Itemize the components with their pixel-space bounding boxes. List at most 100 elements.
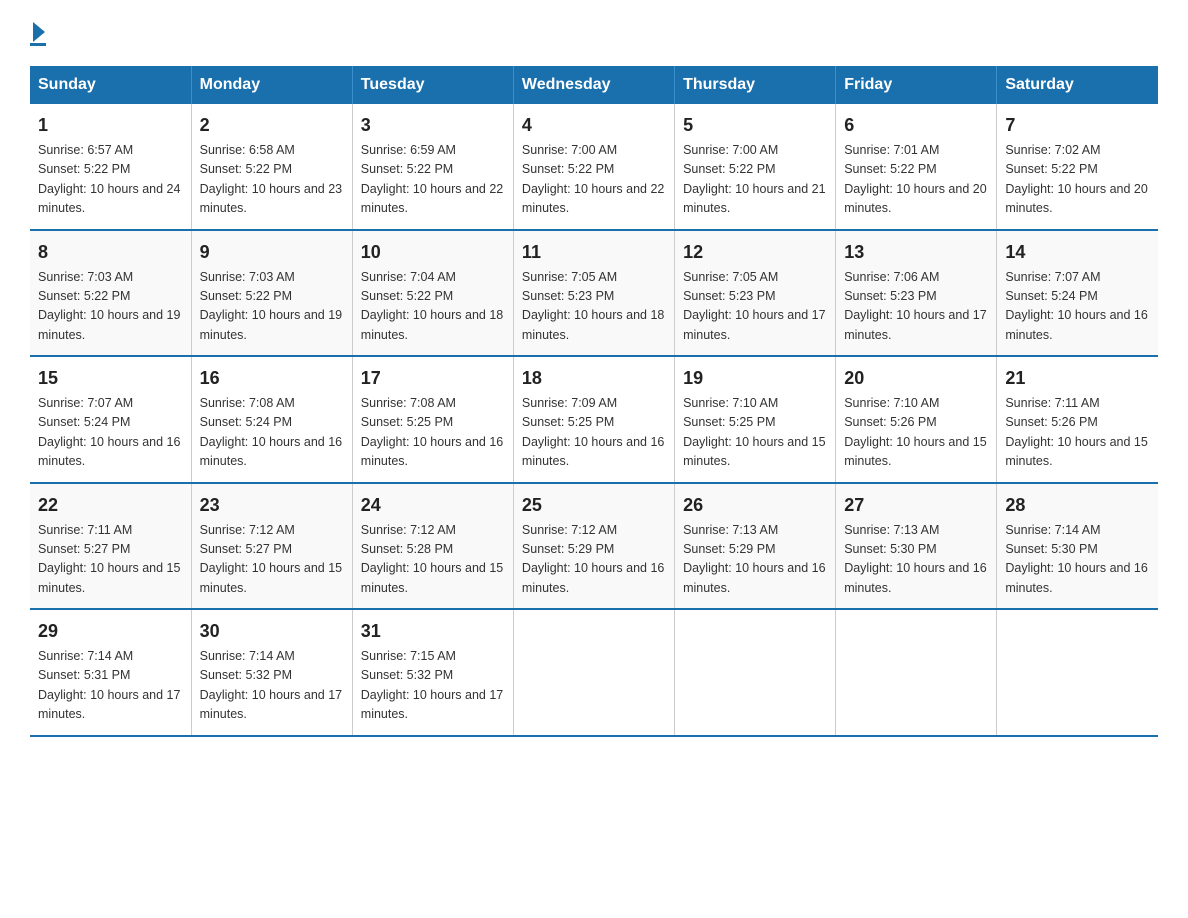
calendar-cell xyxy=(836,609,997,736)
day-number: 29 xyxy=(38,618,183,645)
day-number: 3 xyxy=(361,112,505,139)
day-info: Sunrise: 7:07 AMSunset: 5:24 PMDaylight:… xyxy=(1005,268,1150,346)
calendar-cell: 17Sunrise: 7:08 AMSunset: 5:25 PMDayligh… xyxy=(352,356,513,483)
day-info: Sunrise: 7:06 AMSunset: 5:23 PMDaylight:… xyxy=(844,268,988,346)
calendar-cell: 31Sunrise: 7:15 AMSunset: 5:32 PMDayligh… xyxy=(352,609,513,736)
header-thursday: Thursday xyxy=(675,66,836,104)
day-number: 8 xyxy=(38,239,183,266)
calendar-cell: 29Sunrise: 7:14 AMSunset: 5:31 PMDayligh… xyxy=(30,609,191,736)
day-info: Sunrise: 6:57 AMSunset: 5:22 PMDaylight:… xyxy=(38,141,183,219)
day-info: Sunrise: 7:03 AMSunset: 5:22 PMDaylight:… xyxy=(200,268,344,346)
calendar-cell: 18Sunrise: 7:09 AMSunset: 5:25 PMDayligh… xyxy=(513,356,674,483)
day-number: 24 xyxy=(361,492,505,519)
day-number: 2 xyxy=(200,112,344,139)
calendar-cell: 25Sunrise: 7:12 AMSunset: 5:29 PMDayligh… xyxy=(513,483,674,610)
day-info: Sunrise: 7:00 AMSunset: 5:22 PMDaylight:… xyxy=(522,141,666,219)
day-info: Sunrise: 7:13 AMSunset: 5:30 PMDaylight:… xyxy=(844,521,988,599)
day-info: Sunrise: 7:08 AMSunset: 5:24 PMDaylight:… xyxy=(200,394,344,472)
header-tuesday: Tuesday xyxy=(352,66,513,104)
day-number: 11 xyxy=(522,239,666,266)
day-number: 17 xyxy=(361,365,505,392)
day-number: 26 xyxy=(683,492,827,519)
week-row-5: 29Sunrise: 7:14 AMSunset: 5:31 PMDayligh… xyxy=(30,609,1158,736)
day-info: Sunrise: 7:14 AMSunset: 5:31 PMDaylight:… xyxy=(38,647,183,725)
calendar-cell: 7Sunrise: 7:02 AMSunset: 5:22 PMDaylight… xyxy=(997,104,1158,230)
calendar-cell: 28Sunrise: 7:14 AMSunset: 5:30 PMDayligh… xyxy=(997,483,1158,610)
calendar-cell: 8Sunrise: 7:03 AMSunset: 5:22 PMDaylight… xyxy=(30,230,191,357)
day-number: 28 xyxy=(1005,492,1150,519)
calendar-cell: 24Sunrise: 7:12 AMSunset: 5:28 PMDayligh… xyxy=(352,483,513,610)
day-number: 21 xyxy=(1005,365,1150,392)
day-number: 5 xyxy=(683,112,827,139)
calendar-cell: 30Sunrise: 7:14 AMSunset: 5:32 PMDayligh… xyxy=(191,609,352,736)
calendar-cell: 13Sunrise: 7:06 AMSunset: 5:23 PMDayligh… xyxy=(836,230,997,357)
day-info: Sunrise: 7:10 AMSunset: 5:25 PMDaylight:… xyxy=(683,394,827,472)
header-wednesday: Wednesday xyxy=(513,66,674,104)
calendar-cell: 16Sunrise: 7:08 AMSunset: 5:24 PMDayligh… xyxy=(191,356,352,483)
calendar-cell: 22Sunrise: 7:11 AMSunset: 5:27 PMDayligh… xyxy=(30,483,191,610)
day-number: 10 xyxy=(361,239,505,266)
day-number: 31 xyxy=(361,618,505,645)
calendar-cell: 26Sunrise: 7:13 AMSunset: 5:29 PMDayligh… xyxy=(675,483,836,610)
week-row-3: 15Sunrise: 7:07 AMSunset: 5:24 PMDayligh… xyxy=(30,356,1158,483)
day-info: Sunrise: 7:01 AMSunset: 5:22 PMDaylight:… xyxy=(844,141,988,219)
calendar-cell: 9Sunrise: 7:03 AMSunset: 5:22 PMDaylight… xyxy=(191,230,352,357)
day-number: 30 xyxy=(200,618,344,645)
calendar-cell: 19Sunrise: 7:10 AMSunset: 5:25 PMDayligh… xyxy=(675,356,836,483)
day-number: 18 xyxy=(522,365,666,392)
day-info: Sunrise: 7:12 AMSunset: 5:29 PMDaylight:… xyxy=(522,521,666,599)
calendar-header-row: SundayMondayTuesdayWednesdayThursdayFrid… xyxy=(30,66,1158,104)
header-monday: Monday xyxy=(191,66,352,104)
day-info: Sunrise: 7:13 AMSunset: 5:29 PMDaylight:… xyxy=(683,521,827,599)
day-number: 9 xyxy=(200,239,344,266)
day-number: 16 xyxy=(200,365,344,392)
day-number: 19 xyxy=(683,365,827,392)
day-number: 4 xyxy=(522,112,666,139)
calendar-cell: 4Sunrise: 7:00 AMSunset: 5:22 PMDaylight… xyxy=(513,104,674,230)
day-info: Sunrise: 7:09 AMSunset: 5:25 PMDaylight:… xyxy=(522,394,666,472)
day-number: 15 xyxy=(38,365,183,392)
calendar-cell: 23Sunrise: 7:12 AMSunset: 5:27 PMDayligh… xyxy=(191,483,352,610)
day-number: 12 xyxy=(683,239,827,266)
day-info: Sunrise: 7:11 AMSunset: 5:26 PMDaylight:… xyxy=(1005,394,1150,472)
calendar-cell xyxy=(675,609,836,736)
day-number: 7 xyxy=(1005,112,1150,139)
day-info: Sunrise: 7:12 AMSunset: 5:28 PMDaylight:… xyxy=(361,521,505,599)
day-info: Sunrise: 7:05 AMSunset: 5:23 PMDaylight:… xyxy=(522,268,666,346)
calendar-cell: 20Sunrise: 7:10 AMSunset: 5:26 PMDayligh… xyxy=(836,356,997,483)
logo-blue-text xyxy=(30,43,46,46)
day-info: Sunrise: 7:00 AMSunset: 5:22 PMDaylight:… xyxy=(683,141,827,219)
week-row-1: 1Sunrise: 6:57 AMSunset: 5:22 PMDaylight… xyxy=(30,104,1158,230)
day-info: Sunrise: 7:15 AMSunset: 5:32 PMDaylight:… xyxy=(361,647,505,725)
day-number: 6 xyxy=(844,112,988,139)
page-header xyxy=(30,20,1158,46)
day-number: 14 xyxy=(1005,239,1150,266)
day-info: Sunrise: 7:11 AMSunset: 5:27 PMDaylight:… xyxy=(38,521,183,599)
day-info: Sunrise: 7:03 AMSunset: 5:22 PMDaylight:… xyxy=(38,268,183,346)
day-number: 25 xyxy=(522,492,666,519)
day-number: 20 xyxy=(844,365,988,392)
day-info: Sunrise: 7:12 AMSunset: 5:27 PMDaylight:… xyxy=(200,521,344,599)
calendar-cell xyxy=(513,609,674,736)
day-info: Sunrise: 7:10 AMSunset: 5:26 PMDaylight:… xyxy=(844,394,988,472)
calendar-cell: 27Sunrise: 7:13 AMSunset: 5:30 PMDayligh… xyxy=(836,483,997,610)
calendar-cell: 15Sunrise: 7:07 AMSunset: 5:24 PMDayligh… xyxy=(30,356,191,483)
calendar-cell: 5Sunrise: 7:00 AMSunset: 5:22 PMDaylight… xyxy=(675,104,836,230)
day-number: 22 xyxy=(38,492,183,519)
day-info: Sunrise: 7:14 AMSunset: 5:32 PMDaylight:… xyxy=(200,647,344,725)
day-info: Sunrise: 6:59 AMSunset: 5:22 PMDaylight:… xyxy=(361,141,505,219)
day-number: 1 xyxy=(38,112,183,139)
logo-arrow-icon xyxy=(33,22,45,42)
day-info: Sunrise: 7:08 AMSunset: 5:25 PMDaylight:… xyxy=(361,394,505,472)
week-row-2: 8Sunrise: 7:03 AMSunset: 5:22 PMDaylight… xyxy=(30,230,1158,357)
week-row-4: 22Sunrise: 7:11 AMSunset: 5:27 PMDayligh… xyxy=(30,483,1158,610)
day-info: Sunrise: 7:04 AMSunset: 5:22 PMDaylight:… xyxy=(361,268,505,346)
calendar-cell xyxy=(997,609,1158,736)
calendar-cell: 14Sunrise: 7:07 AMSunset: 5:24 PMDayligh… xyxy=(997,230,1158,357)
calendar-cell: 6Sunrise: 7:01 AMSunset: 5:22 PMDaylight… xyxy=(836,104,997,230)
calendar-table: SundayMondayTuesdayWednesdayThursdayFrid… xyxy=(30,66,1158,737)
header-friday: Friday xyxy=(836,66,997,104)
calendar-cell: 2Sunrise: 6:58 AMSunset: 5:22 PMDaylight… xyxy=(191,104,352,230)
day-number: 13 xyxy=(844,239,988,266)
day-info: Sunrise: 7:05 AMSunset: 5:23 PMDaylight:… xyxy=(683,268,827,346)
